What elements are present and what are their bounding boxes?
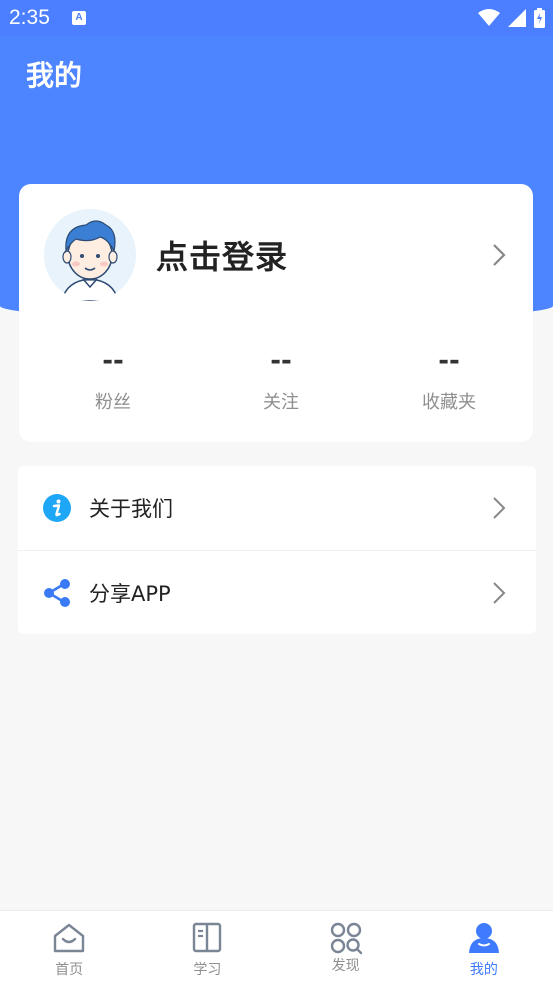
profile-card: 点击登录 -- 粉丝 -- 关注 -- 收藏夹 (19, 184, 533, 442)
discover-icon (330, 922, 362, 955)
default-avatar-icon (44, 209, 136, 301)
profile-icon (468, 923, 499, 953)
stat-followers[interactable]: -- 粉丝 (29, 342, 197, 414)
my-page-screen: 2:35 A 我的 点击登录 -- 粉丝 -- 关注 -- 收藏夹 关于我们 分… (0, 0, 553, 984)
stat-label: 关注 (263, 392, 299, 413)
stat-value: -- (438, 346, 460, 376)
nav-label: 学习 (193, 962, 222, 978)
status-time: 2:35 (9, 6, 50, 29)
nav-item-discover[interactable]: 发现 (277, 911, 415, 984)
stat-value: -- (102, 346, 124, 376)
chevron-right-icon (493, 497, 506, 519)
cellular-signal-icon (508, 9, 526, 27)
share-icon (44, 578, 70, 607)
info-icon (43, 494, 71, 522)
page-title: 我的 (26, 59, 83, 92)
nav-label: 我的 (469, 962, 498, 978)
avatar[interactable] (44, 209, 136, 301)
stat-value: -- (270, 346, 292, 376)
battery-icon (534, 8, 545, 28)
bottom-navigation: 首页 学习 发现 我的 (0, 910, 553, 984)
home-icon (53, 923, 85, 953)
status-bar: 2:35 A (0, 0, 553, 36)
nav-item-study[interactable]: 学习 (138, 911, 276, 984)
login-link[interactable]: 点击登录 (156, 232, 288, 278)
nav-item-home[interactable]: 首页 (0, 911, 138, 984)
menu-item-label: 分享APP (89, 581, 171, 606)
stats-row: -- 粉丝 -- 关注 -- 收藏夹 (19, 342, 533, 414)
menu-item-label: 关于我们 (89, 497, 173, 521)
menu-item-share-app[interactable]: 分享APP (18, 550, 536, 634)
status-icons (478, 8, 545, 28)
settings-menu: 关于我们 分享APP (18, 466, 536, 634)
stat-label: 收藏夹 (422, 392, 476, 413)
chevron-right-icon (493, 581, 506, 604)
nav-label: 发现 (331, 958, 360, 974)
stat-label: 粉丝 (95, 392, 131, 413)
app-notification-icon: A (72, 11, 86, 25)
book-icon (193, 922, 222, 953)
stat-favorites[interactable]: -- 收藏夹 (365, 342, 533, 414)
stat-following[interactable]: -- 关注 (197, 342, 365, 414)
menu-item-about-us[interactable]: 关于我们 (18, 466, 536, 550)
nav-label: 首页 (55, 962, 84, 978)
wifi-icon (478, 9, 500, 26)
nav-item-profile[interactable]: 我的 (415, 911, 553, 984)
chevron-right-icon[interactable] (491, 242, 507, 268)
